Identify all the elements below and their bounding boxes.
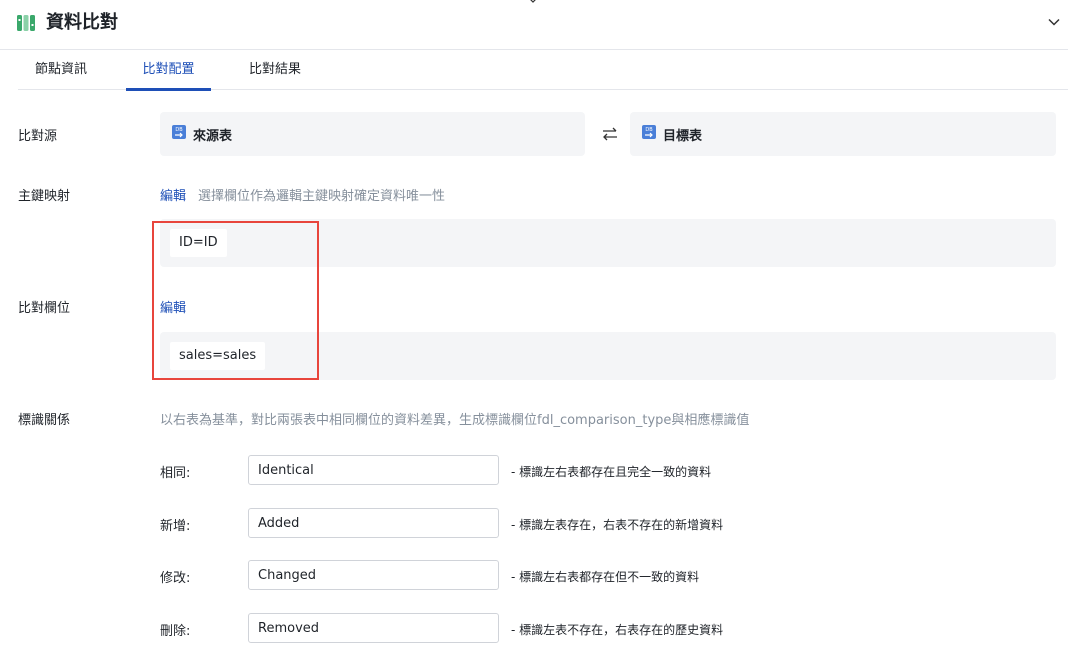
relation-added-desc: - 標識左表存在，右表不存在的新增資料: [511, 518, 724, 532]
relation-removed-desc: - 標識左表不存在，右表存在的歷史資料: [511, 623, 724, 637]
compare-logo-icon: [17, 15, 35, 31]
svg-text:DB: DB: [645, 127, 653, 133]
svg-text:DB: DB: [175, 127, 183, 133]
highlight-box: [152, 221, 319, 380]
chevron-down-icon[interactable]: [1046, 14, 1062, 30]
compare-source-label: 比對源: [18, 129, 58, 144]
target-table-name: 目標表: [663, 129, 703, 144]
tab-node-info[interactable]: 節點資訊: [18, 50, 104, 90]
relation-identical-input[interactable]: [248, 455, 499, 485]
relation-changed-input[interactable]: [248, 560, 499, 590]
relation-hint: 以右表為基準，對比兩張表中相同欄位的資料差異，生成標識欄位fdl_compari…: [160, 413, 750, 428]
source-table-name: 來源表: [193, 129, 233, 144]
relation-removed-input[interactable]: [248, 613, 499, 643]
primary-key-label: 主鍵映射: [18, 189, 71, 204]
primary-key-edit-link[interactable]: 編輯: [160, 185, 186, 204]
relation-removed-label: 刪除:: [160, 624, 191, 639]
relation-added-input[interactable]: [248, 508, 499, 538]
db-table-icon: DB: [642, 125, 656, 139]
source-table-box[interactable]: DB 來源表: [160, 112, 585, 156]
tab-compare-config[interactable]: 比對配置: [126, 50, 211, 91]
relation-added-label: 新增:: [160, 519, 191, 534]
primary-key-hint: 選擇欄位作為邏輯主鍵映射確定資料唯一性: [198, 189, 446, 204]
relation-identical-desc: - 標識左右表都存在且完全一致的資料: [511, 465, 712, 479]
page-title: 資料比對: [46, 12, 118, 33]
top-notch-icon: [530, 0, 536, 3]
relation-label: 標識關係: [18, 413, 71, 428]
swap-arrows-icon[interactable]: [601, 126, 619, 142]
panel-header: 資料比對: [0, 0, 1068, 50]
compare-fields-label: 比對欄位: [18, 301, 71, 316]
target-table-box[interactable]: DB 目標表: [630, 112, 1056, 156]
relation-identical-label: 相同:: [160, 466, 191, 481]
relation-changed-desc: - 標識左右表都存在但不一致的資料: [511, 570, 700, 584]
relation-changed-label: 修改:: [160, 571, 191, 586]
db-table-icon: DB: [172, 125, 186, 139]
tab-bar: 節點資訊 比對配置 比對結果: [18, 50, 1068, 91]
tab-compare-result[interactable]: 比對結果: [232, 50, 318, 90]
